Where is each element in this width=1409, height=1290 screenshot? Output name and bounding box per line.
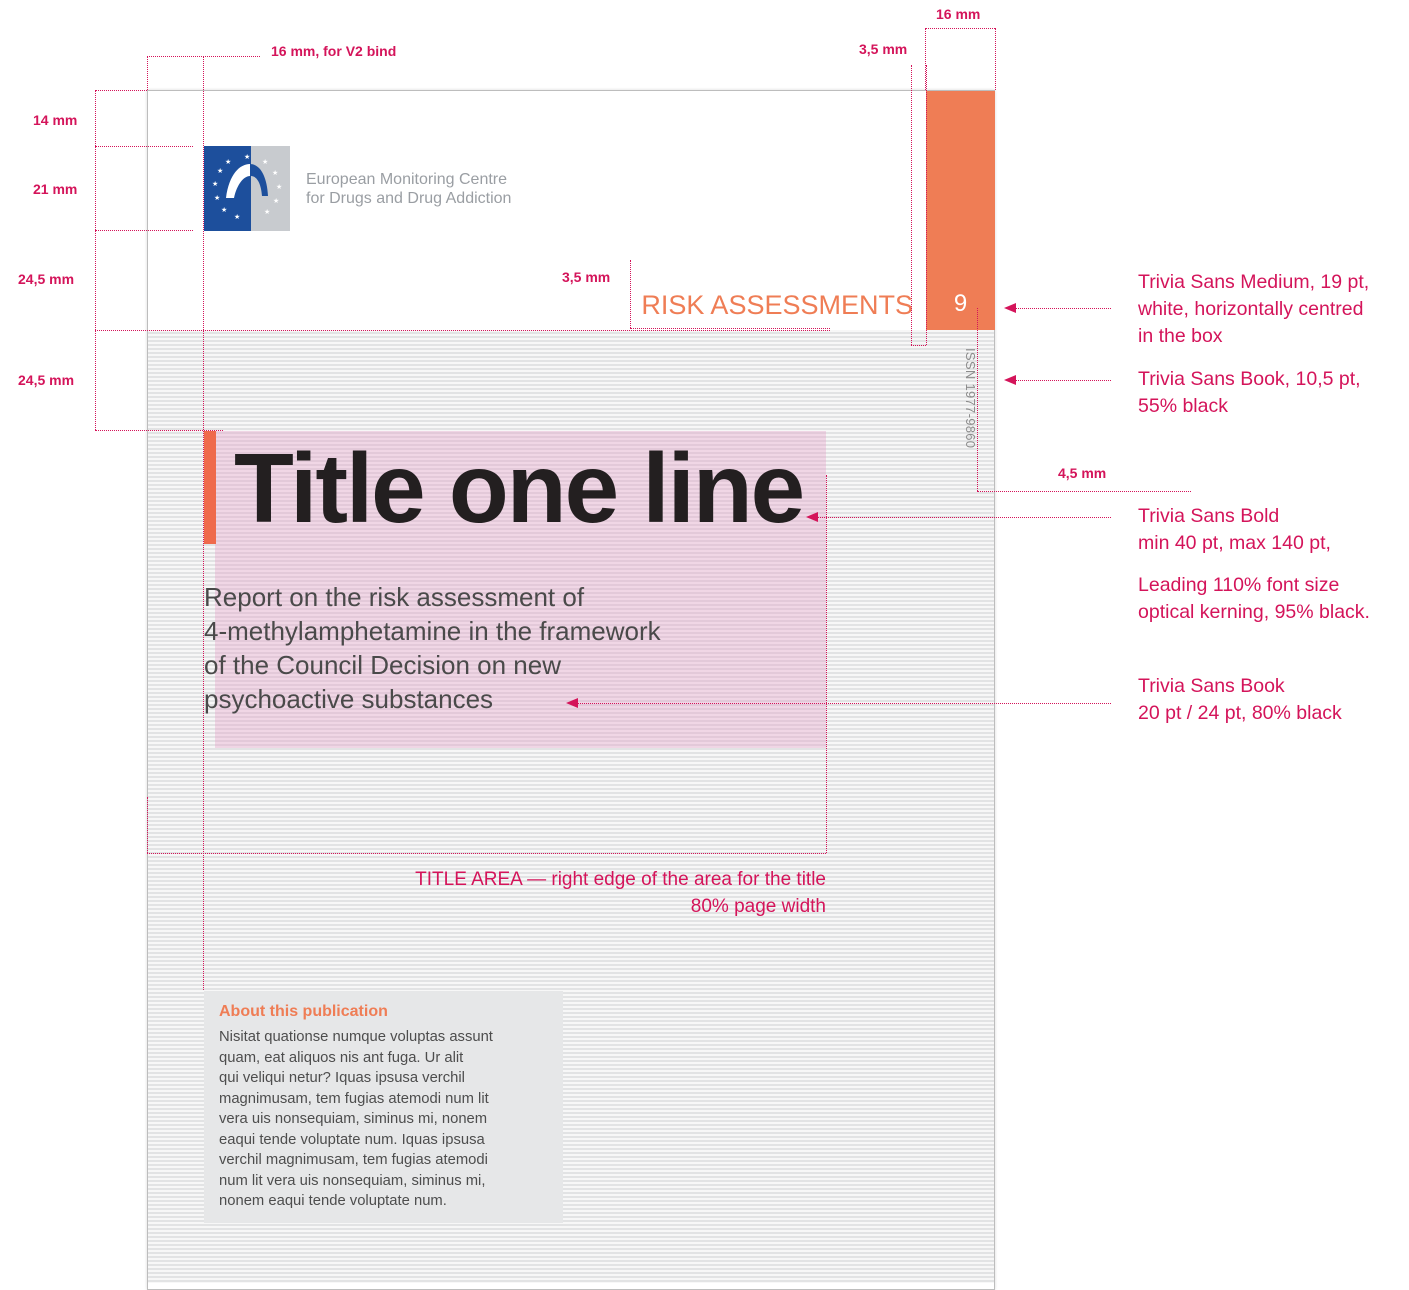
- leader-line: [578, 703, 1111, 704]
- arrow-icon: [1004, 303, 1016, 313]
- guide-line: [630, 260, 631, 328]
- about-box: About this publication Nisitat quationse…: [204, 991, 563, 1223]
- svg-text:★: ★: [276, 183, 282, 191]
- subtitle-spec: Trivia Sans Book 20 pt / 24 pt, 80% blac…: [1138, 675, 1342, 724]
- leader-line: [818, 517, 1111, 518]
- arrow-icon: [806, 512, 818, 522]
- guide-line: [147, 797, 148, 853]
- guide-line: [911, 65, 912, 345]
- about-text: Nisitat quationse numque voluptas assunt…: [219, 1029, 493, 1209]
- title-spec: Trivia Sans Bold min 40 pt, max 140 pt,: [1138, 505, 1331, 554]
- guide-line: [977, 308, 978, 491]
- emcdda-logo: ★ ★ ★ ★ ★ ★ ★ ★ ★ ★ ★ ★: [204, 146, 290, 231]
- bind-guide-line: [203, 56, 204, 990]
- svg-text:★: ★: [273, 197, 279, 205]
- organization-name: European Monitoring Centre for Drugs and…: [306, 171, 512, 207]
- guide-line: [911, 345, 926, 346]
- measure-label: 16 mm: [936, 6, 981, 22]
- measure-label: 21 mm: [33, 181, 78, 197]
- measure-label: 3,5 mm: [859, 41, 908, 57]
- svg-text:★: ★: [272, 169, 278, 177]
- guide-line: [95, 90, 96, 430]
- cover-title: Title one line: [234, 433, 805, 543]
- title-area-edge: [826, 475, 827, 853]
- guide-line: [95, 330, 830, 331]
- guide-line: [926, 65, 927, 345]
- leader-line: [1016, 380, 1111, 381]
- cover-subtitle: Report on the risk assessment of 4-methy…: [204, 582, 661, 714]
- issn-label: ISSN 1977-9860: [963, 348, 978, 449]
- title-area-bottom: [147, 853, 826, 854]
- guide-line: [95, 230, 193, 231]
- measure-label: 24,5 mm: [18, 372, 75, 388]
- measure-label: 24,5 mm: [18, 271, 75, 287]
- svg-text:★: ★: [244, 153, 250, 161]
- title-spec-leading: Leading 110% font size optical kerning, …: [1138, 574, 1370, 623]
- svg-text:★: ★: [212, 180, 218, 188]
- guide-line: [995, 28, 996, 90]
- guide-line: [95, 430, 223, 431]
- arrow-icon: [1004, 375, 1016, 385]
- measure-label: 4,5 mm: [1058, 465, 1107, 481]
- arrow-icon: [566, 698, 578, 708]
- guide-line: [95, 90, 147, 91]
- guide-line: [925, 28, 995, 29]
- measure-label: 14 mm: [33, 112, 78, 128]
- measure-label: 16 mm, for V2 bind: [271, 43, 397, 59]
- guide-line: [95, 146, 193, 147]
- title-accent-bar: [204, 431, 216, 544]
- series-title: RISK ASSESSMENTS: [641, 290, 913, 320]
- series-number: 9: [953, 290, 968, 317]
- svg-text:★: ★: [217, 167, 223, 175]
- svg-text:★: ★: [234, 213, 240, 221]
- guide-line: [147, 56, 148, 90]
- measure-label: 3,5 mm: [562, 269, 611, 285]
- svg-text:★: ★: [221, 206, 227, 214]
- svg-text:★: ★: [214, 194, 220, 202]
- series-number-spec: Trivia Sans Medium, 19 pt, white, horizo…: [1138, 271, 1370, 347]
- issn-spec: Trivia Sans Book, 10,5 pt, 55% black: [1138, 368, 1361, 417]
- guide-line: [977, 491, 1191, 492]
- svg-text:★: ★: [225, 158, 231, 166]
- svg-text:★: ★: [264, 208, 270, 216]
- svg-text:★: ★: [262, 158, 268, 166]
- leader-line: [1016, 308, 1111, 309]
- guide-line: [630, 328, 830, 329]
- title-area-note: TITLE AREA — right edge of the area for …: [415, 869, 826, 917]
- about-title: About this publication: [219, 1003, 388, 1020]
